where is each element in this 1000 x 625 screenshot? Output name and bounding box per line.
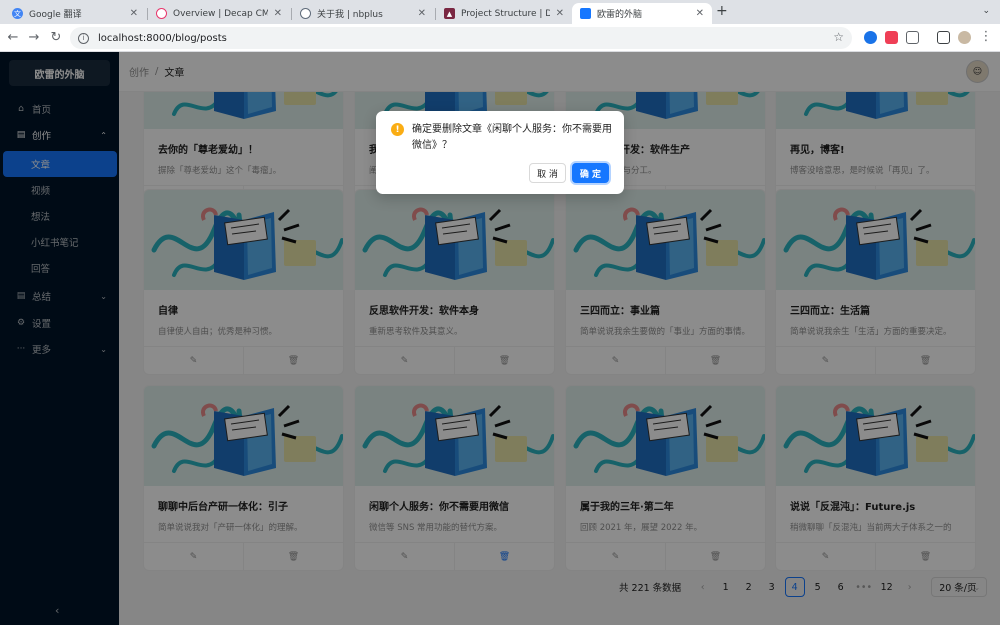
profile-avatar[interactable] <box>958 31 971 44</box>
close-tab-icon[interactable]: ✕ <box>274 8 282 19</box>
browser-tab[interactable]: 文 Google 翻译 ✕ <box>4 3 146 24</box>
docs-icon: ▲ <box>444 8 455 19</box>
url-text[interactable]: localhost:8000/blog/posts <box>98 33 227 44</box>
warning-icon: ! <box>391 123 404 136</box>
back-icon[interactable]: ← <box>5 30 21 46</box>
browser-toolbar: ← → ↻ i localhost:8000/blog/posts ☆ ⋮ <box>0 24 1000 52</box>
close-tab-icon[interactable]: ✕ <box>696 8 704 19</box>
reload-icon[interactable]: ↻ <box>48 30 64 46</box>
confirm-message: 确定要删除文章《闲聊个人服务：你不需要用微信》？ <box>412 124 612 151</box>
pocket-icon[interactable] <box>885 31 898 44</box>
info-icon[interactable]: i <box>78 32 89 44</box>
new-tab-icon[interactable]: + <box>716 3 728 19</box>
browser-tab-active[interactable]: 欧雷的外脑 ✕ <box>572 3 712 24</box>
side-panel-icon[interactable] <box>937 31 950 44</box>
browser-tab[interactable]: ▲ Project Structure | Docs ✕ <box>436 3 572 24</box>
app-icon <box>580 8 591 19</box>
extension-icon[interactable] <box>864 31 877 44</box>
translate-icon: 文 <box>12 8 23 19</box>
star-icon[interactable]: ☆ <box>833 30 844 44</box>
chevron-down-icon[interactable]: ⌄ <box>982 6 990 16</box>
close-tab-icon[interactable]: ✕ <box>130 8 138 19</box>
address-bar[interactable]: i localhost:8000/blog/posts ☆ <box>70 27 852 49</box>
puzzle-icon[interactable] <box>906 31 919 44</box>
close-tab-icon[interactable]: ✕ <box>418 8 426 19</box>
ok-button[interactable]: 确 定 <box>572 163 609 183</box>
nbplus-icon <box>300 8 311 19</box>
cancel-button[interactable]: 取 消 <box>529 163 566 183</box>
browser-tab[interactable]: 关于我 | nbplus ✕ <box>292 3 434 24</box>
more-icon[interactable]: ⋮ <box>978 29 994 45</box>
browser-tab[interactable]: Overview | Decap CMS | Open ✕ <box>148 3 290 24</box>
confirm-dialog: ! 确定要删除文章《闲聊个人服务：你不需要用微信》？ 取 消 确 定 <box>376 111 624 194</box>
forward-icon[interactable]: → <box>26 30 42 46</box>
browser-tab-strip: 文 Google 翻译 ✕ Overview | Decap CMS | Ope… <box>0 0 1000 24</box>
close-tab-icon[interactable]: ✕ <box>556 8 564 19</box>
decap-icon <box>156 8 167 19</box>
